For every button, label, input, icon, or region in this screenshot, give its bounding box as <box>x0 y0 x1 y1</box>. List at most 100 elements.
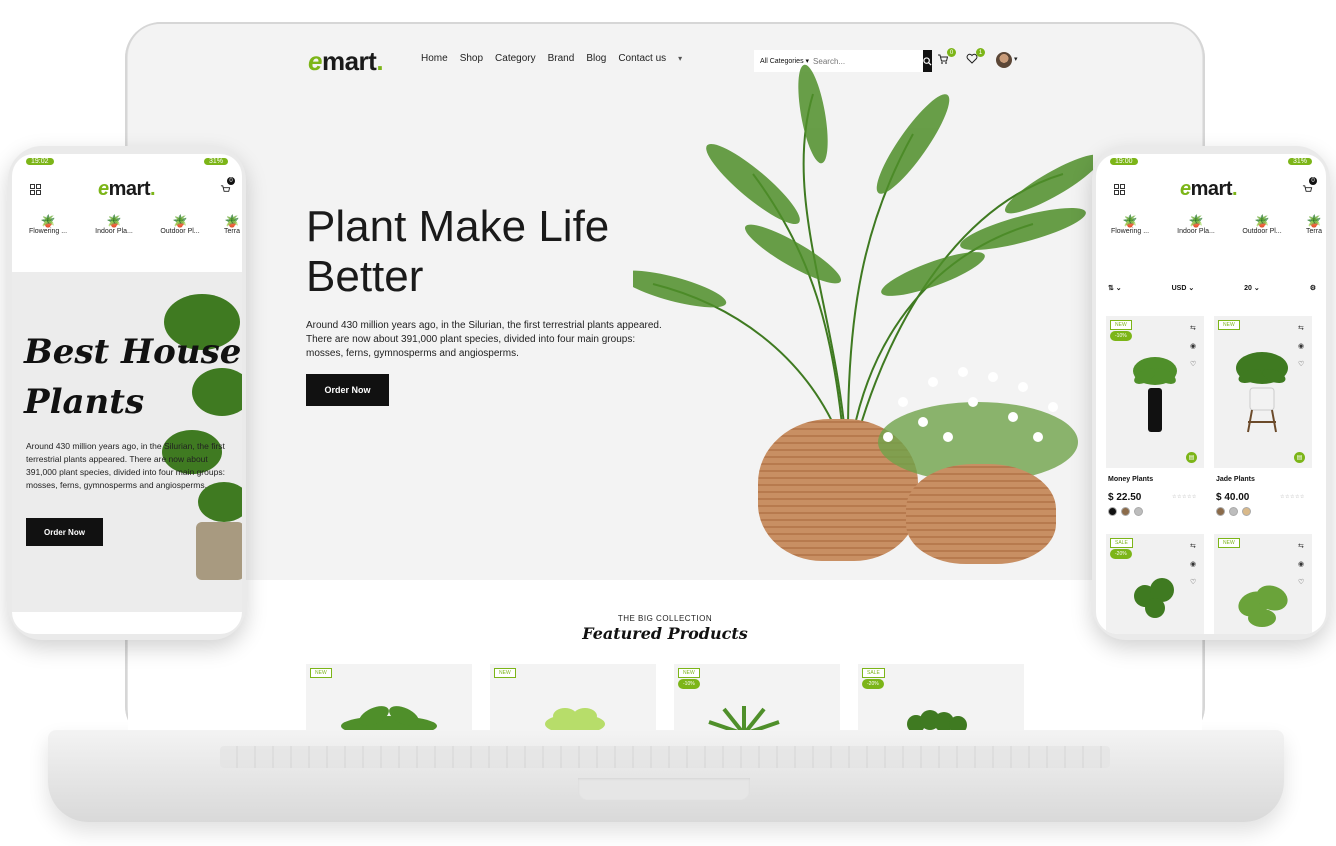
potted-plant-icon: 🪴 <box>1122 214 1138 228</box>
category-outdoor[interactable]: 🪴 Outdoor Pl... <box>156 214 204 235</box>
grid-menu-icon[interactable] <box>30 184 41 198</box>
product-card[interactable]: NEW ⇆ ◉ ♡ ▤ <box>1214 316 1312 468</box>
category-label: Outdoor Pl... <box>1242 228 1282 235</box>
currency-select[interactable]: USD ⌄ <box>1172 284 1195 292</box>
potted-plant-icon: 🪴 <box>1188 214 1204 228</box>
color-swatch[interactable] <box>1242 507 1251 516</box>
mockup-stage: emart. Home Shop Category Brand Blog Con… <box>0 0 1336 846</box>
site-logo[interactable]: emart. <box>308 46 384 77</box>
product-name[interactable]: Money Plants <box>1108 476 1153 483</box>
heart-icon[interactable]: ♡ <box>1190 578 1196 586</box>
category-flowering[interactable]: 🪴 Flowering ... <box>24 214 72 235</box>
add-to-cart-button[interactable]: ▤ <box>1294 452 1305 463</box>
product-price: $ 40.00 <box>1216 492 1250 503</box>
category-label: Flowering ... <box>28 228 68 235</box>
laptop-base <box>48 730 1284 822</box>
nav-category[interactable]: Category <box>495 53 536 64</box>
filter-sliders-icon[interactable]: ⚙ <box>1310 284 1316 292</box>
mobile-logo[interactable]: emart. <box>98 178 156 201</box>
potted-plant-icon: 🪴 <box>172 214 188 228</box>
new-tag: NEW <box>310 668 332 678</box>
plant-thumbnail <box>708 706 780 730</box>
product-card[interactable]: NEW <box>306 664 472 730</box>
product-card[interactable]: NEW -10% <box>674 664 840 730</box>
cart-icon[interactable] <box>220 184 231 197</box>
rating-stars: ☆☆☆☆☆ <box>1280 494 1305 500</box>
add-to-cart-button[interactable]: ▤ <box>1186 452 1197 463</box>
featured-section <box>128 580 1202 730</box>
status-battery: 31% <box>203 157 228 165</box>
short-basket-planter <box>906 464 1056 564</box>
potted-plant-icon: 🪴 <box>1254 214 1270 228</box>
color-swatch[interactable] <box>1108 507 1117 516</box>
compare-icon[interactable]: ⇆ <box>1190 542 1196 550</box>
new-tag: NEW <box>1218 538 1240 548</box>
eye-icon[interactable]: ◉ <box>1298 342 1304 350</box>
category-terrarium[interactable]: 🪴 Terra <box>1304 214 1324 235</box>
order-now-button[interactable]: Order Now <box>306 374 389 406</box>
mobile-order-now-button[interactable]: Order Now <box>26 518 103 546</box>
new-tag: NEW <box>494 668 516 678</box>
mobile-logo[interactable]: emart. <box>1180 178 1238 201</box>
status-bar: 19:00 31% <box>1096 154 1326 168</box>
category-flowering[interactable]: 🪴 Flowering ... <box>1106 214 1154 235</box>
category-terrarium[interactable]: 🪴 Terra <box>222 214 242 235</box>
right-phone-frame: 19:00 31% emart. 0 🪴 Flowering ... 🪴 Indoo… <box>1092 146 1330 640</box>
discount-tag: -20% <box>1110 549 1132 559</box>
product-card[interactable]: NEW <box>490 664 656 730</box>
product-card[interactable]: NEW -10% ⇆ ◉ ♡ ▤ <box>1106 316 1204 468</box>
desktop-site: emart. Home Shop Category Brand Blog Con… <box>128 24 1202 730</box>
right-phone-screen: 19:00 31% emart. 0 🪴 Flowering ... 🪴 Indoo… <box>1096 154 1326 634</box>
heart-icon[interactable]: ♡ <box>1190 360 1196 368</box>
heart-icon[interactable]: ♡ <box>1298 360 1304 368</box>
compare-icon[interactable]: ⇆ <box>1190 324 1196 332</box>
category-label: Flowering ... <box>1110 228 1150 235</box>
product-name[interactable]: Jade Plants <box>1216 476 1255 483</box>
logo-dot: . <box>1231 178 1238 200</box>
logo-e: e <box>1180 178 1191 200</box>
eye-icon[interactable]: ◉ <box>1190 560 1196 568</box>
potted-plant-icon: 🪴 <box>1306 214 1322 228</box>
category-row: 🪴 Flowering ... 🪴 Indoor Pla... 🪴 Outdoor P… <box>24 214 242 235</box>
left-phone-screen: 19:02 31% emart. 0 🪴 Flowering ... 🪴 Indoo… <box>12 154 242 634</box>
category-indoor[interactable]: 🪴 Indoor Pla... <box>90 214 138 235</box>
category-outdoor[interactable]: 🪴 Outdoor Pl... <box>1238 214 1286 235</box>
laptop-trackpad <box>578 778 750 800</box>
mobile-hero: Best House Plants Around 430 million yea… <box>12 272 242 612</box>
nav-home[interactable]: Home <box>421 53 448 64</box>
status-time: 19:00 <box>1110 157 1138 165</box>
nav-shop[interactable]: Shop <box>460 53 483 64</box>
compare-icon[interactable]: ⇆ <box>1298 324 1304 332</box>
monstera-plant-image <box>162 294 242 580</box>
grid-menu-icon[interactable] <box>1114 184 1125 197</box>
white-flower-plant-image <box>878 367 1078 482</box>
hero-title: Plant Make Life Better <box>306 202 610 301</box>
color-swatch[interactable] <box>1216 507 1225 516</box>
status-battery: 31% <box>1287 157 1312 165</box>
color-swatch[interactable] <box>1229 507 1238 516</box>
nav-brand[interactable]: Brand <box>548 53 575 64</box>
category-indoor[interactable]: 🪴 Indoor Pla... <box>1172 214 1220 235</box>
status-bar: 19:02 31% <box>12 154 242 168</box>
product-card[interactable]: SALE -20% ⇆ ◉ ♡ <box>1106 534 1204 634</box>
plant-thumbnail <box>341 706 437 730</box>
eye-icon[interactable]: ◉ <box>1298 560 1304 568</box>
category-row: 🪴 Flowering ... 🪴 Indoor Pla... 🪴 Outdoor P… <box>1106 214 1324 235</box>
compare-icon[interactable]: ⇆ <box>1298 542 1304 550</box>
cart-count-badge: 0 <box>1309 177 1317 185</box>
per-page-select[interactable]: 20 ⌄ <box>1244 284 1260 292</box>
discount-tag: -10% <box>1110 331 1132 341</box>
product-card[interactable]: SALE -20% <box>858 664 1024 730</box>
mobile-hero-text: Around 430 million years ago, in the Sil… <box>26 441 225 490</box>
eye-icon[interactable]: ◉ <box>1190 342 1196 350</box>
sale-tag: SALE <box>1110 538 1133 548</box>
heart-icon[interactable]: ♡ <box>1298 578 1304 586</box>
nav-blog[interactable]: Blog <box>586 53 606 64</box>
product-price: $ 22.50 <box>1108 492 1142 503</box>
cart-icon[interactable] <box>1302 184 1313 197</box>
color-swatch[interactable] <box>1134 507 1143 516</box>
sort-icon[interactable]: ⇅ ⌄ <box>1108 284 1122 292</box>
product-card[interactable]: NEW ⇆ ◉ ♡ <box>1214 534 1312 634</box>
color-swatch[interactable] <box>1121 507 1130 516</box>
money-plant-image <box>1133 357 1177 432</box>
